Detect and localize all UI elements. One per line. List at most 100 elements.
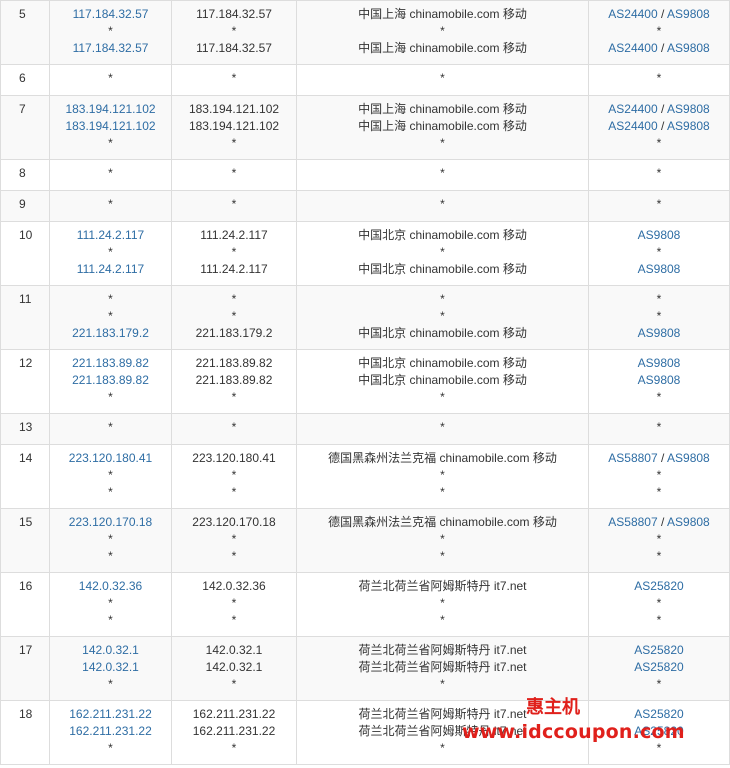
hop-ip-link[interactable]: 111.24.2.117 — [77, 228, 144, 242]
hop-number: 6 — [0, 64, 50, 96]
asn-link[interactable]: AS9808 — [638, 356, 681, 370]
hop-ip-line: 223.120.170.18 — [52, 514, 169, 531]
hop-row: 8 * * * * — [0, 159, 730, 191]
hop-asn-line: * — [591, 291, 727, 308]
asn-link[interactable]: AS24400 — [608, 41, 657, 55]
hop-ip-link[interactable]: 142.0.32.1 — [82, 660, 139, 674]
hop-ip-timeout: * — [108, 390, 113, 404]
hop-ip-cell: * — [49, 159, 172, 191]
hop-location: 中国北京 chinamobile.com 移动 — [358, 373, 527, 387]
hop-asn-line: * — [591, 595, 727, 612]
hop-asn-timeout: * — [656, 136, 662, 150]
hop-location: 中国北京 chinamobile.com 移动 — [358, 228, 527, 242]
hop-ip-link[interactable]: 183.194.121.102 — [65, 102, 155, 116]
hop-hostname: * — [231, 596, 237, 610]
hop-ip-timeout: * — [108, 24, 113, 38]
asn-link[interactable]: AS9808 — [638, 228, 681, 242]
hop-location: * — [440, 677, 445, 691]
asn-link[interactable]: AS25820 — [634, 579, 683, 593]
hop-number: 9 — [0, 190, 50, 222]
hop-ip-link[interactable]: 221.183.179.2 — [72, 326, 149, 340]
asn-link[interactable]: AS24400 — [608, 119, 657, 133]
hop-asn-line: AS58807 / AS9808 — [591, 514, 727, 531]
hop-asn-line: * — [591, 531, 727, 548]
hop-hostname: * — [231, 485, 237, 499]
hop-number: 5 — [0, 0, 50, 65]
hop-asn-line: * — [591, 740, 727, 757]
hop-ip-link[interactable]: 221.183.89.82 — [72, 373, 149, 387]
hop-location: * — [440, 292, 445, 306]
hop-location: 中国北京 chinamobile.com 移动 — [358, 356, 527, 370]
hop-ip-link[interactable]: 183.194.121.102 — [65, 119, 155, 133]
asn-link[interactable]: AS25820 — [634, 660, 683, 674]
hop-ip-line: 162.211.231.22 — [52, 706, 169, 723]
asn-link[interactable]: AS24400 — [608, 7, 657, 21]
hop-host-cell: 221.183.89.82 221.183.89.82 * — [171, 349, 297, 414]
asn-link[interactable]: AS9808 — [667, 451, 710, 465]
asn-link[interactable]: AS24400 — [608, 102, 657, 116]
asn-link[interactable]: AS58807 — [608, 515, 657, 529]
hop-hostname: * — [231, 292, 237, 306]
hop-location: * — [440, 166, 445, 180]
asn-link[interactable]: AS9808 — [667, 515, 710, 529]
hop-ip-timeout: * — [108, 677, 113, 691]
hop-ip-link[interactable]: 111.24.2.117 — [77, 262, 144, 276]
hop-hostname: 142.0.32.36 — [202, 579, 266, 593]
hop-ip-cell: * — [49, 413, 172, 445]
hop-asn-timeout: * — [656, 197, 662, 211]
asn-link[interactable]: AS9808 — [667, 41, 710, 55]
hop-ip-link[interactable]: 117.184.32.57 — [73, 41, 149, 55]
hop-ip-line: 111.24.2.117 — [52, 261, 169, 278]
asn-link[interactable]: AS9808 — [638, 326, 681, 340]
hop-hostname: 111.24.2.117 — [200, 262, 268, 276]
hop-asn-line: * — [591, 548, 727, 565]
asn-separator: / — [657, 515, 668, 529]
hop-ip-link[interactable]: 223.120.180.41 — [69, 451, 152, 465]
hop-asn-line: AS24400 / AS9808 — [591, 6, 727, 23]
hop-number: 16 — [0, 572, 50, 637]
hop-ip-link[interactable]: 117.184.32.57 — [73, 7, 149, 21]
hop-hostname: 142.0.32.1 — [205, 643, 263, 657]
hop-asn-line: AS25820 — [591, 706, 727, 723]
hop-location-cell: 中国上海 chinamobile.com 移动 * 中国上海 chinamobile… — [296, 0, 589, 65]
hop-ip-link[interactable]: 223.120.170.18 — [69, 515, 152, 529]
hop-location-cell: 中国北京 chinamobile.com 移动 中国北京 chinamobile.… — [296, 349, 589, 414]
hop-asn-timeout: * — [656, 596, 662, 610]
hop-location-cell: * * 中国北京 chinamobile.com 移动 — [296, 285, 589, 350]
hop-ip-link[interactable]: 142.0.32.36 — [79, 579, 142, 593]
asn-link[interactable]: AS25820 — [634, 707, 683, 721]
hop-asn-cell: * * AS9808 — [588, 285, 730, 350]
asn-link[interactable]: AS9808 — [638, 262, 681, 276]
hop-ip-cell: * — [49, 190, 172, 222]
asn-link[interactable]: AS25820 — [634, 643, 683, 657]
hop-hostname: * — [231, 741, 237, 755]
hop-asn-cell: AS58807 / AS9808 * * — [588, 508, 730, 573]
hop-ip-link[interactable]: 221.183.89.82 — [72, 356, 149, 370]
asn-link[interactable]: AS9808 — [667, 102, 710, 116]
hop-asn-line: * — [591, 23, 727, 40]
hop-location-cell: 德国黑森州法兰克福 chinamobile.com 移动 * * — [296, 444, 589, 509]
hop-location: 中国北京 chinamobile.com 移动 — [358, 326, 527, 340]
asn-link[interactable]: AS9808 — [667, 7, 710, 21]
hop-location: 德国黑森州法兰克福 chinamobile.com 移动 — [328, 515, 557, 529]
hop-ip-link[interactable]: 162.211.231.22 — [69, 724, 152, 738]
hop-ip-line: 142.0.32.1 — [52, 642, 169, 659]
hop-location: * — [440, 197, 445, 211]
asn-link[interactable]: AS9808 — [638, 373, 681, 387]
hop-location: 荷兰北荷兰省阿姆斯特丹 it7.net — [358, 660, 527, 674]
hop-row: 6 * * * * — [0, 64, 730, 96]
hop-location: * — [440, 468, 445, 482]
hop-asn-line: * — [591, 676, 727, 693]
asn-separator: / — [657, 7, 668, 21]
hop-hostname: 111.24.2.117 — [200, 228, 268, 242]
hop-ip-link[interactable]: 162.211.231.22 — [69, 707, 152, 721]
hop-row: 7 183.194.121.102 183.194.121.102 * 183.194.… — [0, 95, 730, 160]
hop-asn-line: * — [591, 165, 727, 182]
hop-asn-line: AS9808 — [591, 261, 727, 278]
hop-ip-cell: 162.211.231.22 162.211.231.22 * — [49, 700, 172, 765]
asn-link[interactable]: AS58807 — [608, 451, 657, 465]
hop-asn-timeout: * — [656, 166, 662, 180]
asn-link[interactable]: AS25820 — [634, 724, 683, 738]
asn-link[interactable]: AS9808 — [667, 119, 710, 133]
hop-ip-link[interactable]: 142.0.32.1 — [82, 643, 139, 657]
